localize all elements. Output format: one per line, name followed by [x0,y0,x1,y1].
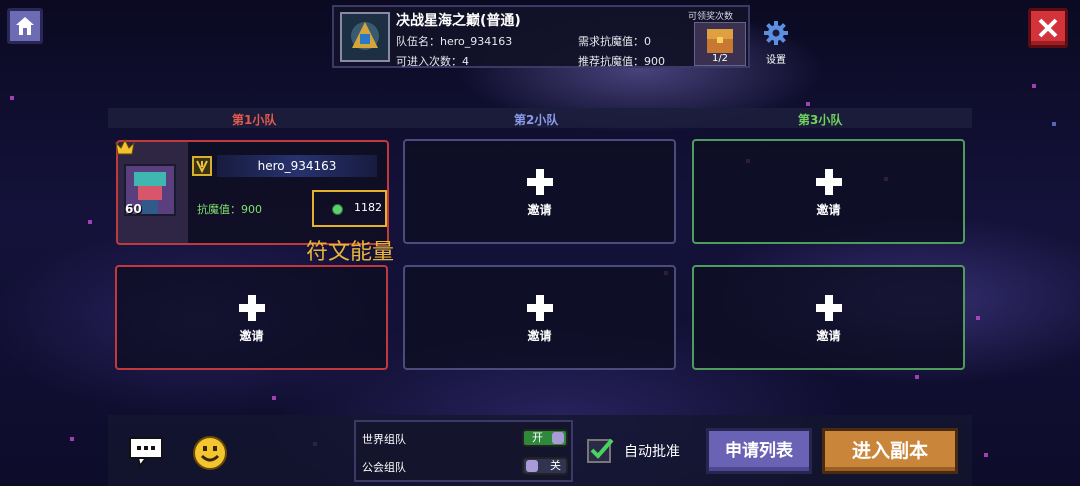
invite-slot[interactable]: 邀请 [403,265,676,370]
star-decoration [984,453,988,457]
star-decoration [10,96,14,100]
member-resist-value: 900 [241,203,262,216]
entries-value: 4 [462,55,469,68]
star-decoration [1032,84,1036,88]
team-name-label: 队伍名： [396,35,440,48]
plus-icon [815,169,842,195]
auto-approve-checkbox[interactable] [586,436,614,464]
plus-icon [238,295,265,321]
required-resist-value: 0 [644,35,651,48]
invite-label: 邀请 [527,329,552,343]
required-resist-label: 需求抗魔值： [578,35,644,48]
star-decoration [70,437,74,441]
reward-chest[interactable]: 1/2 [694,22,746,66]
recommended-resist-label: 推荐抗魔值： [578,55,644,68]
guild-team-label: 公会组队 [362,461,406,474]
member-level: 60 [125,202,142,216]
crown-icon [115,138,135,155]
team-3-header: 第3小队 [798,113,843,127]
recommended-resist-value: 900 [644,55,665,68]
dungeon-info-panel: 决战星海之巅(普通) 队伍名：hero_934163 可进入次数：4 需求抗魔值… [332,5,750,68]
invite-slot[interactable]: 邀请 [403,139,676,244]
team-2-header: 第2小队 [514,113,559,127]
guild-team-state: 关 [550,459,561,472]
rune-energy-annotation: 符文能量 [306,240,395,265]
team-1-header: 第1小队 [232,113,277,127]
team-toggle-panel: 世界组队 开 公会组队 关 [354,420,573,482]
boss-icon [340,12,390,62]
home-button[interactable] [7,8,43,44]
guild-team-toggle[interactable]: 关 [522,457,568,475]
rune-gem-icon [332,204,343,215]
invite-label: 邀请 [239,329,264,343]
star-decoration [915,375,919,379]
required-resist-row: 需求抗魔值：0 [578,33,651,49]
star-decoration [1052,122,1056,126]
star-decoration [88,220,92,224]
settings-label: 设置 [766,55,786,66]
plus-icon [815,295,842,321]
toggle-knob [526,460,538,472]
team-name-value: hero_934163 [440,35,513,48]
world-team-state: 开 [532,431,543,444]
entries-label: 可进入次数： [396,55,462,68]
invite-label: 邀请 [816,203,841,217]
invite-label: 邀请 [816,329,841,343]
chat-icon[interactable] [128,436,164,468]
smiley-icon[interactable] [192,435,228,471]
team-header-bar: 第1小队 第2小队 第3小队 [108,108,972,128]
plus-icon [526,295,553,321]
world-team-toggle[interactable]: 开 [522,429,568,447]
rune-energy-box: 1182 [312,190,387,227]
plus-icon [526,169,553,195]
entries-row: 可进入次数：4 [396,53,469,69]
recommended-resist-row: 推荐抗魔值：900 [578,53,665,69]
home-icon [16,17,34,35]
dungeon-title: 决战星海之巅(普通) [396,13,521,29]
close-button[interactable] [1028,8,1068,48]
star-decoration [806,102,810,106]
close-icon [1038,18,1058,38]
star-decoration [272,396,276,400]
reward-label: 可领奖次数 [688,12,734,22]
gear-icon [764,21,788,45]
star-decoration [976,316,980,320]
member-resist-label: 抗魔值： [197,203,241,216]
treasure-chest-icon [707,29,733,53]
enter-dungeon-button[interactable]: 进入副本 [822,428,958,474]
invite-label: 邀请 [527,203,552,217]
rune-energy-value: 1182 [354,201,382,214]
member-name: hero_934163 [217,155,377,177]
member-resist: 抗魔值：900 [197,201,262,217]
reward-count: 1/2 [711,53,729,64]
team-name-row: 队伍名：hero_934163 [396,33,512,49]
invite-slot[interactable]: 邀请 [115,265,388,370]
auto-approve-label: 自动批准 [624,444,680,460]
invite-slot[interactable]: 邀请 [692,139,965,244]
invite-slot[interactable]: 邀请 [692,265,965,370]
world-team-label: 世界组队 [362,433,406,446]
apply-list-button[interactable]: 申请列表 [706,428,812,474]
rank-icon [192,156,212,176]
settings-button[interactable]: 设置 [760,20,792,66]
toggle-knob [552,432,564,444]
